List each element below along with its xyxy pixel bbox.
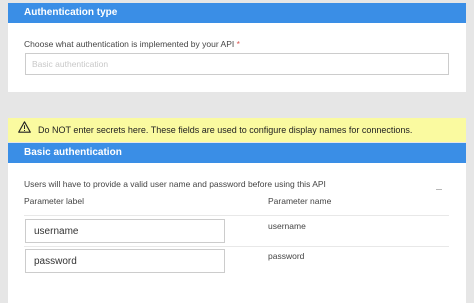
column-header-label: Parameter label: [24, 196, 85, 206]
auth-type-panel: Authentication type Choose what authenti…: [8, 3, 466, 92]
basic-auth-panel: Basic authentication Users will have to …: [8, 143, 466, 303]
warning-icon: [18, 118, 31, 142]
username-param-name: username: [268, 221, 306, 231]
username-label-input[interactable]: [25, 219, 225, 243]
column-header-name: Parameter name: [268, 196, 332, 206]
auth-type-label-text: Choose what authentication is implemente…: [24, 39, 235, 49]
warning-text: Do NOT enter secrets here. These fields …: [38, 125, 413, 135]
auth-type-label: Choose what authentication is implemente…: [24, 39, 240, 49]
password-label-input[interactable]: [25, 249, 225, 273]
row-divider: [24, 215, 449, 216]
warning-bar: Do NOT enter secrets here. These fields …: [8, 118, 466, 142]
row-divider: [24, 246, 449, 247]
auth-type-select[interactable]: Basic authentication: [25, 53, 449, 75]
basic-auth-description: Users will have to provide a valid user …: [24, 179, 326, 189]
scroll-indicator: [436, 189, 442, 190]
auth-type-header: Authentication type: [8, 3, 466, 23]
required-marker: *: [236, 39, 240, 49]
basic-auth-header: Basic authentication: [8, 143, 466, 163]
password-param-name: password: [268, 251, 305, 261]
